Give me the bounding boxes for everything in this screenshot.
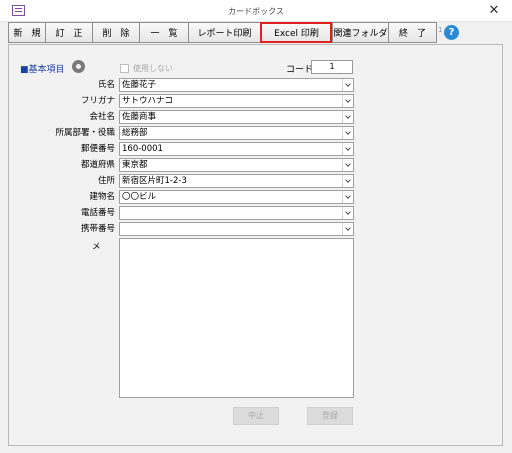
chevron-down-icon[interactable] — [342, 143, 353, 155]
unused-label: 使用しない — [133, 64, 173, 73]
prefecture-field[interactable]: 東京都 — [119, 158, 354, 172]
phone-field[interactable] — [119, 206, 354, 220]
close-icon[interactable]: ✕ — [486, 3, 502, 19]
chevron-down-icon[interactable] — [342, 223, 353, 235]
mobile-field[interactable] — [119, 222, 354, 236]
furigana-field[interactable]: サトウハナコ — [119, 94, 354, 108]
chevron-down-icon[interactable] — [342, 79, 353, 91]
help: 1 ? — [438, 24, 462, 42]
gear-icon[interactable] — [72, 60, 85, 73]
postal-code-value: 160-0001 — [122, 144, 163, 154]
address-field[interactable]: 新宿区片町1-2-3 — [119, 174, 354, 188]
mobile-label: 携帯番号 — [80, 224, 115, 234]
chevron-down-icon[interactable] — [342, 159, 353, 171]
chevron-down-icon[interactable] — [342, 95, 353, 107]
name-value: 佐藤花子 — [122, 80, 157, 90]
toolbar: 新 規 訂 正 削 除 一 覧 レポート印刷 Excel 印刷 関連フォルダ 終… — [8, 22, 437, 43]
window-title: カードボックス — [228, 7, 284, 16]
prefecture-value: 東京都 — [122, 160, 148, 170]
excel-print-button[interactable]: Excel 印刷 — [260, 22, 332, 43]
related-folder-button[interactable]: 関連フォルダ — [332, 22, 388, 43]
help-icon[interactable]: ? — [444, 25, 459, 40]
department-label: 所属部署・役職 — [55, 128, 115, 138]
company-field[interactable]: 佐藤商事 — [119, 110, 354, 124]
card-box-window: カードボックス ✕ 新 規 訂 正 削 除 一 覧 レポート印刷 Excel 印… — [0, 0, 512, 453]
building-label: 建物名 — [89, 192, 115, 202]
name-label: 氏名 — [97, 80, 115, 90]
company-value: 佐藤商事 — [122, 112, 157, 122]
building-field[interactable]: 〇〇ビル — [119, 190, 354, 204]
edit-button[interactable]: 訂 正 — [45, 22, 92, 43]
department-field[interactable]: 総務部 — [119, 126, 354, 140]
department-value: 総務部 — [122, 128, 148, 138]
delete-button[interactable]: 削 除 — [92, 22, 139, 43]
memo-textarea[interactable] — [119, 238, 354, 398]
code-field[interactable]: 1 — [311, 60, 353, 74]
furigana-label: フリガナ — [80, 96, 115, 106]
unused-option: 使用しない — [120, 63, 173, 74]
register-button[interactable]: 登録 — [307, 407, 353, 425]
chevron-down-icon[interactable] — [342, 207, 353, 219]
address-label: 住所 — [97, 176, 115, 186]
postal-code-field[interactable]: 160-0001 — [119, 142, 354, 156]
new-button[interactable]: 新 規 — [8, 22, 45, 43]
chevron-down-icon[interactable] — [342, 127, 353, 139]
chevron-down-icon[interactable] — [342, 191, 353, 203]
report-print-button[interactable]: レポート印刷 — [188, 22, 260, 43]
list-button[interactable]: 一 覧 — [139, 22, 188, 43]
chevron-down-icon[interactable] — [342, 175, 353, 187]
cancel-button[interactable]: 中止 — [233, 407, 279, 425]
company-label: 会社名 — [89, 112, 115, 122]
name-field[interactable]: 佐藤花子 — [119, 78, 354, 92]
section-title: ■基本項目 — [20, 65, 65, 75]
address-value: 新宿区片町1-2-3 — [122, 176, 187, 186]
postal-code-label: 郵便番号 — [80, 144, 115, 154]
chevron-down-icon[interactable] — [342, 111, 353, 123]
furigana-value: サトウハナコ — [122, 96, 174, 106]
exit-button[interactable]: 終 了 — [388, 22, 437, 43]
building-value: 〇〇ビル — [122, 192, 157, 202]
title-bar: カードボックス ✕ — [0, 0, 512, 22]
help-number: 1 — [438, 26, 443, 34]
unused-checkbox[interactable] — [120, 64, 129, 73]
code-label: コード — [286, 65, 314, 75]
prefecture-label: 都道府県 — [80, 160, 115, 170]
phone-label: 電話番号 — [80, 208, 115, 218]
